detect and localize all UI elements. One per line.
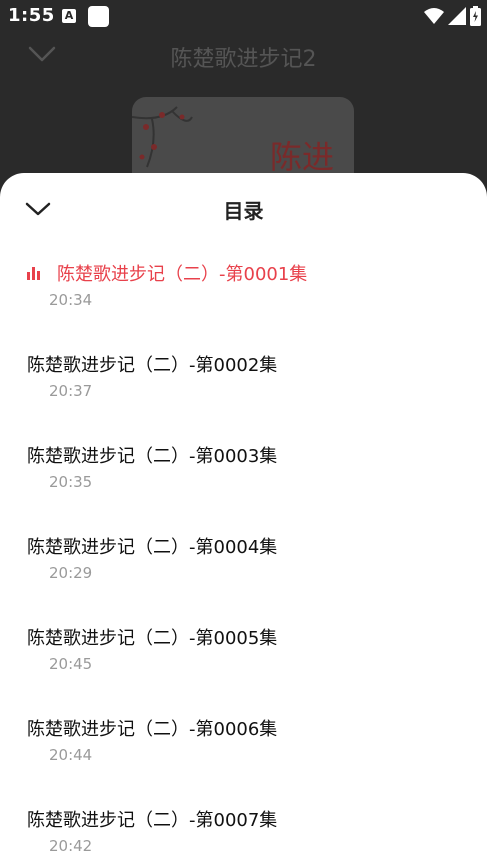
episode-item[interactable]: 陈楚歌进步记（二）-第0006集 20:44 — [0, 714, 487, 805]
episode-duration: 20:37 — [49, 382, 93, 400]
episode-title: 陈楚歌进步记（二）-第0005集 — [27, 628, 278, 649]
episode-title: 陈楚歌进步记（二）-第0001集 — [57, 264, 308, 285]
episode-item[interactable]: 陈楚歌进步记（二）-第0005集 20:45 — [0, 623, 487, 714]
episode-title: 陈楚歌进步记（二）-第0004集 — [27, 537, 278, 558]
episode-item[interactable]: 陈楚歌进步记（二）-第0003集 20:35 — [0, 441, 487, 532]
wifi-icon — [424, 8, 444, 24]
episode-duration: 20:35 — [49, 473, 93, 491]
now-playing-icon — [27, 266, 45, 280]
player-background: 陈楚歌进步记2 陈进 — [0, 33, 487, 217]
player-title: 陈楚歌进步记2 — [170, 47, 317, 72]
cover-title: 陈进 — [269, 138, 334, 176]
episode-title: 陈楚歌进步记（二）-第0002集 — [27, 355, 278, 376]
episode-title: 陈楚歌进步记（二）-第0003集 — [27, 446, 278, 467]
episode-duration: 20:29 — [49, 564, 93, 582]
episode-item[interactable]: 陈楚歌进步记（二）-第0007集 20:42 — [0, 805, 487, 865]
episode-item[interactable]: 陈楚歌进步记（二）-第0001集 20:34 — [0, 259, 487, 350]
battery-charging-icon — [470, 6, 481, 26]
status-time: 1:55 — [8, 5, 55, 26]
catalog-sheet: 目录 陈楚歌进步记（二）-第0001集 20:34 陈楚歌进步记（二）-第000… — [0, 173, 487, 865]
status-bar: 1:55 A — [0, 0, 487, 33]
episode-list: 陈楚歌进步记（二）-第0001集 20:34 陈楚歌进步记（二）-第0002集 … — [0, 259, 487, 865]
cell-signal-icon — [448, 7, 466, 25]
episode-duration: 20:42 — [49, 837, 93, 855]
episode-item[interactable]: 陈楚歌进步记（二）-第0002集 20:37 — [0, 350, 487, 441]
episode-duration: 20:45 — [49, 655, 93, 673]
episode-duration: 20:34 — [49, 291, 93, 309]
episode-title: 陈楚歌进步记（二）-第0007集 — [27, 810, 278, 831]
sheet-title: 目录 — [223, 199, 264, 223]
episode-item[interactable]: 陈楚歌进步记（二）-第0004集 20:29 — [0, 532, 487, 623]
notification-square-icon — [88, 6, 109, 27]
status-icons — [424, 6, 481, 26]
font-a-icon: A — [62, 9, 76, 23]
episode-duration: 20:44 — [49, 746, 93, 764]
episode-title: 陈楚歌进步记（二）-第0006集 — [27, 719, 278, 740]
